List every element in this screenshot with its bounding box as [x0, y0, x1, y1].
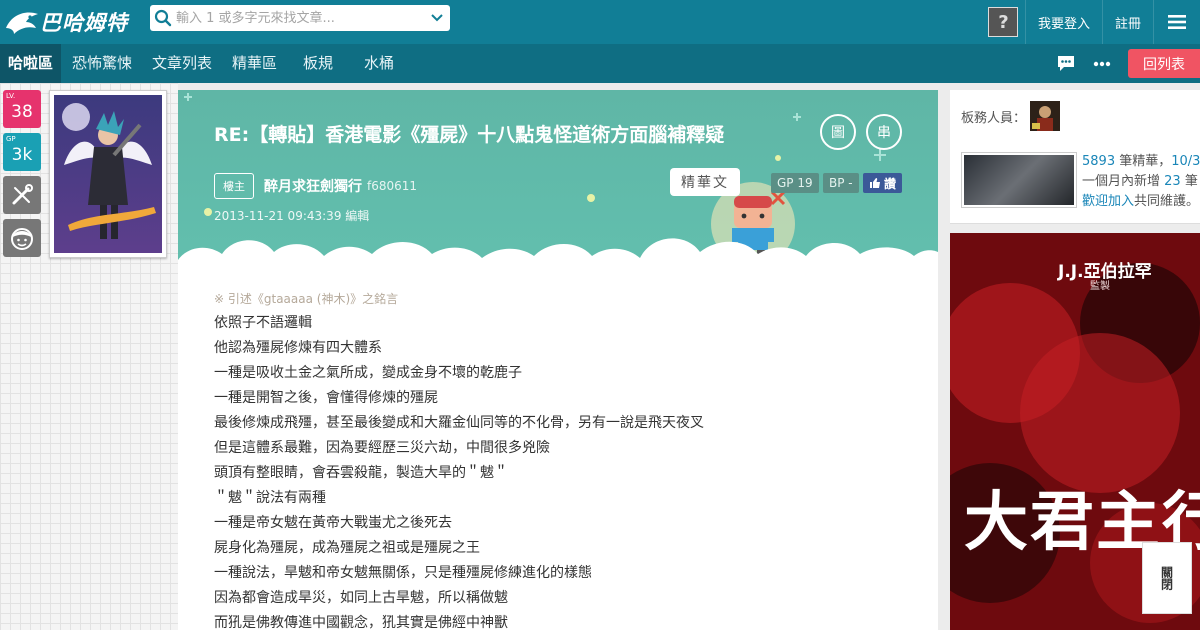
new-count: 23 — [1164, 174, 1181, 189]
post-line: 因為都會造成旱災，如同上古旱魃，所以稱做魃 — [214, 590, 508, 606]
author-row: 樓主 醉月求狂劍獨行 f680611 — [214, 173, 417, 199]
moderators-label: 板務人員： — [961, 110, 1027, 126]
site-logo[interactable]: 巴哈姆特 — [4, 6, 140, 38]
back-to-list-button[interactable]: 回列表 — [1128, 49, 1200, 78]
like-label: 讚 — [883, 176, 896, 191]
gp-count[interactable]: GP 19 — [771, 173, 819, 193]
logo-text: 巴哈姆特 — [40, 11, 128, 35]
quote-citation: ※ 引述《gtaaaaa (神木)》之銘言 — [214, 292, 399, 306]
wrench-icon — [12, 184, 33, 205]
image-view-button[interactable]: 圖 — [820, 114, 856, 150]
avatar-closet-button[interactable] — [3, 219, 41, 257]
top-bar: 巴哈姆特 ? 我要登入 註冊 — [0, 0, 1200, 44]
join-link[interactable]: 歡迎加入 — [1082, 194, 1134, 209]
avatar: ? — [988, 7, 1019, 37]
author-name-link[interactable]: 醉月求狂劍獨行 — [264, 176, 362, 196]
post-line: 依照子不語邏輯 — [214, 315, 312, 331]
author-character-image — [54, 95, 162, 253]
thumbs-up-icon — [869, 178, 880, 188]
featured-count[interactable]: 5893 — [1082, 154, 1115, 169]
dragon-logo-icon — [6, 12, 38, 35]
author-id[interactable]: f680611 — [367, 179, 417, 193]
search-box — [150, 5, 450, 31]
board-stats: 5893 筆精華，10/30 一個月內新增 23 筆 歡迎加入共同維護。 — [1082, 152, 1200, 212]
chat-bubble-icon[interactable] — [1048, 44, 1084, 83]
level-value: 38 — [11, 102, 33, 122]
search-input[interactable] — [176, 6, 424, 30]
post-title: RE:【轉貼】香港電影《殭屍》十八點鬼怪道術方面腦補釋疑 — [214, 124, 725, 146]
post-line: 而犼是佛教傳進中國觀念，犼其實是佛經中神獸 — [214, 615, 508, 630]
tab-chat[interactable]: 哈啦區 — [0, 44, 62, 83]
post-content: ※ 引述《gtaaaaa (神木)》之銘言 依照子不語邏輯 他認為殭屍修煉有四大… — [214, 290, 914, 630]
post-container: RE:【轉貼】香港電影《殭屍》十八點鬼怪道術方面腦補釋疑 圖 串 樓主 醉月求狂… — [178, 90, 938, 630]
more-options-icon[interactable] — [1084, 44, 1120, 83]
board-cover-image[interactable] — [961, 152, 1077, 208]
tab-rules[interactable]: 板規 — [303, 44, 333, 83]
hamburger-menu-icon[interactable] — [1154, 0, 1200, 44]
search-icon[interactable] — [150, 5, 176, 31]
moderator-avatar[interactable] — [1030, 101, 1061, 131]
tab-featured[interactable]: 精華區 — [232, 44, 277, 83]
tab-board-name[interactable]: 恐怖驚悚 — [72, 44, 132, 83]
gp-value: 3k — [11, 145, 33, 165]
board-nav-actions: 回列表 — [1048, 44, 1200, 83]
gp-badge[interactable]: GP 3k — [3, 133, 41, 171]
facebook-like-button[interactable]: 讚 — [863, 173, 902, 193]
cloud-decoration — [178, 238, 938, 270]
post-line: 屍身化為殭屍，成為殭屍之祖或是殭屍之王 — [214, 540, 480, 556]
register-link[interactable]: 註冊 — [1103, 0, 1154, 44]
user-avatar-button[interactable]: ? — [982, 0, 1026, 44]
chevron-down-icon[interactable] — [424, 5, 450, 31]
ad-credit: 監製 — [1090, 281, 1110, 292]
op-tag: 樓主 — [214, 173, 254, 199]
level-badge[interactable]: LV. 38 — [3, 90, 41, 128]
post-line: 一種是吸收土金之氣所成，變成金身不壞的乾鹿子 — [214, 365, 522, 381]
login-link[interactable]: 我要登入 — [1026, 0, 1103, 44]
post-line: 一種是帝女魃在黃帝大戰蚩尤之後死去 — [214, 515, 452, 531]
tools-button[interactable] — [3, 176, 41, 214]
tab-bucket[interactable]: 水桶 — [364, 44, 394, 83]
featured-date: 10/30 — [1171, 154, 1200, 169]
post-header: RE:【轉貼】香港電影《殭屍》十八點鬼怪道術方面腦補釋疑 圖 串 樓主 醉月求狂… — [178, 90, 938, 270]
top-right-actions: ? 我要登入 註冊 — [982, 0, 1200, 44]
post-line: 一種是開智之後，會懂得修煉的殭屍 — [214, 390, 438, 406]
post-line: 一種說法，旱魃和帝女魃無關係，只是種殭屍修練進化的樣態 — [214, 565, 592, 581]
thread-view-button[interactable]: 串 — [866, 114, 902, 150]
author-avatar-card[interactable] — [49, 90, 167, 258]
tab-article-list[interactable]: 文章列表 — [152, 44, 212, 83]
post-line: 他認為殭屍修煉有四大體系 — [214, 340, 382, 356]
level-label: LV. — [6, 92, 16, 100]
moderators-row: 板務人員： — [961, 101, 1061, 131]
post-line: 但是這體系最難，因為要經歷三災六劫，中間很多兇險 — [214, 440, 550, 456]
board-info-panel: 板務人員： 5893 筆精華，10/30 一個月內新增 23 筆 歡迎加入共同維… — [950, 90, 1200, 224]
bp-count[interactable]: BP - — [823, 173, 859, 193]
gp-label: GP — [6, 135, 16, 143]
featured-article-button[interactable]: 精華文 — [670, 168, 740, 196]
post-line: 頭頂有整眼睛，會吞雲殺龍，製造大旱的＂魃＂ — [214, 465, 508, 481]
ad-close-button[interactable]: 關閉 — [1142, 542, 1192, 614]
post-line: ＂魃＂說法有兩種 — [214, 490, 326, 506]
post-line: 最後修煉成飛殭，甚至最後變成和大羅金仙同等的不化骨，另有一說是飛天夜叉 — [214, 415, 704, 431]
board-nav: 哈啦區 恐怖驚悚 文章列表 精華區 板規 水桶 回列表 — [0, 44, 1200, 83]
character-face-icon — [11, 228, 33, 250]
